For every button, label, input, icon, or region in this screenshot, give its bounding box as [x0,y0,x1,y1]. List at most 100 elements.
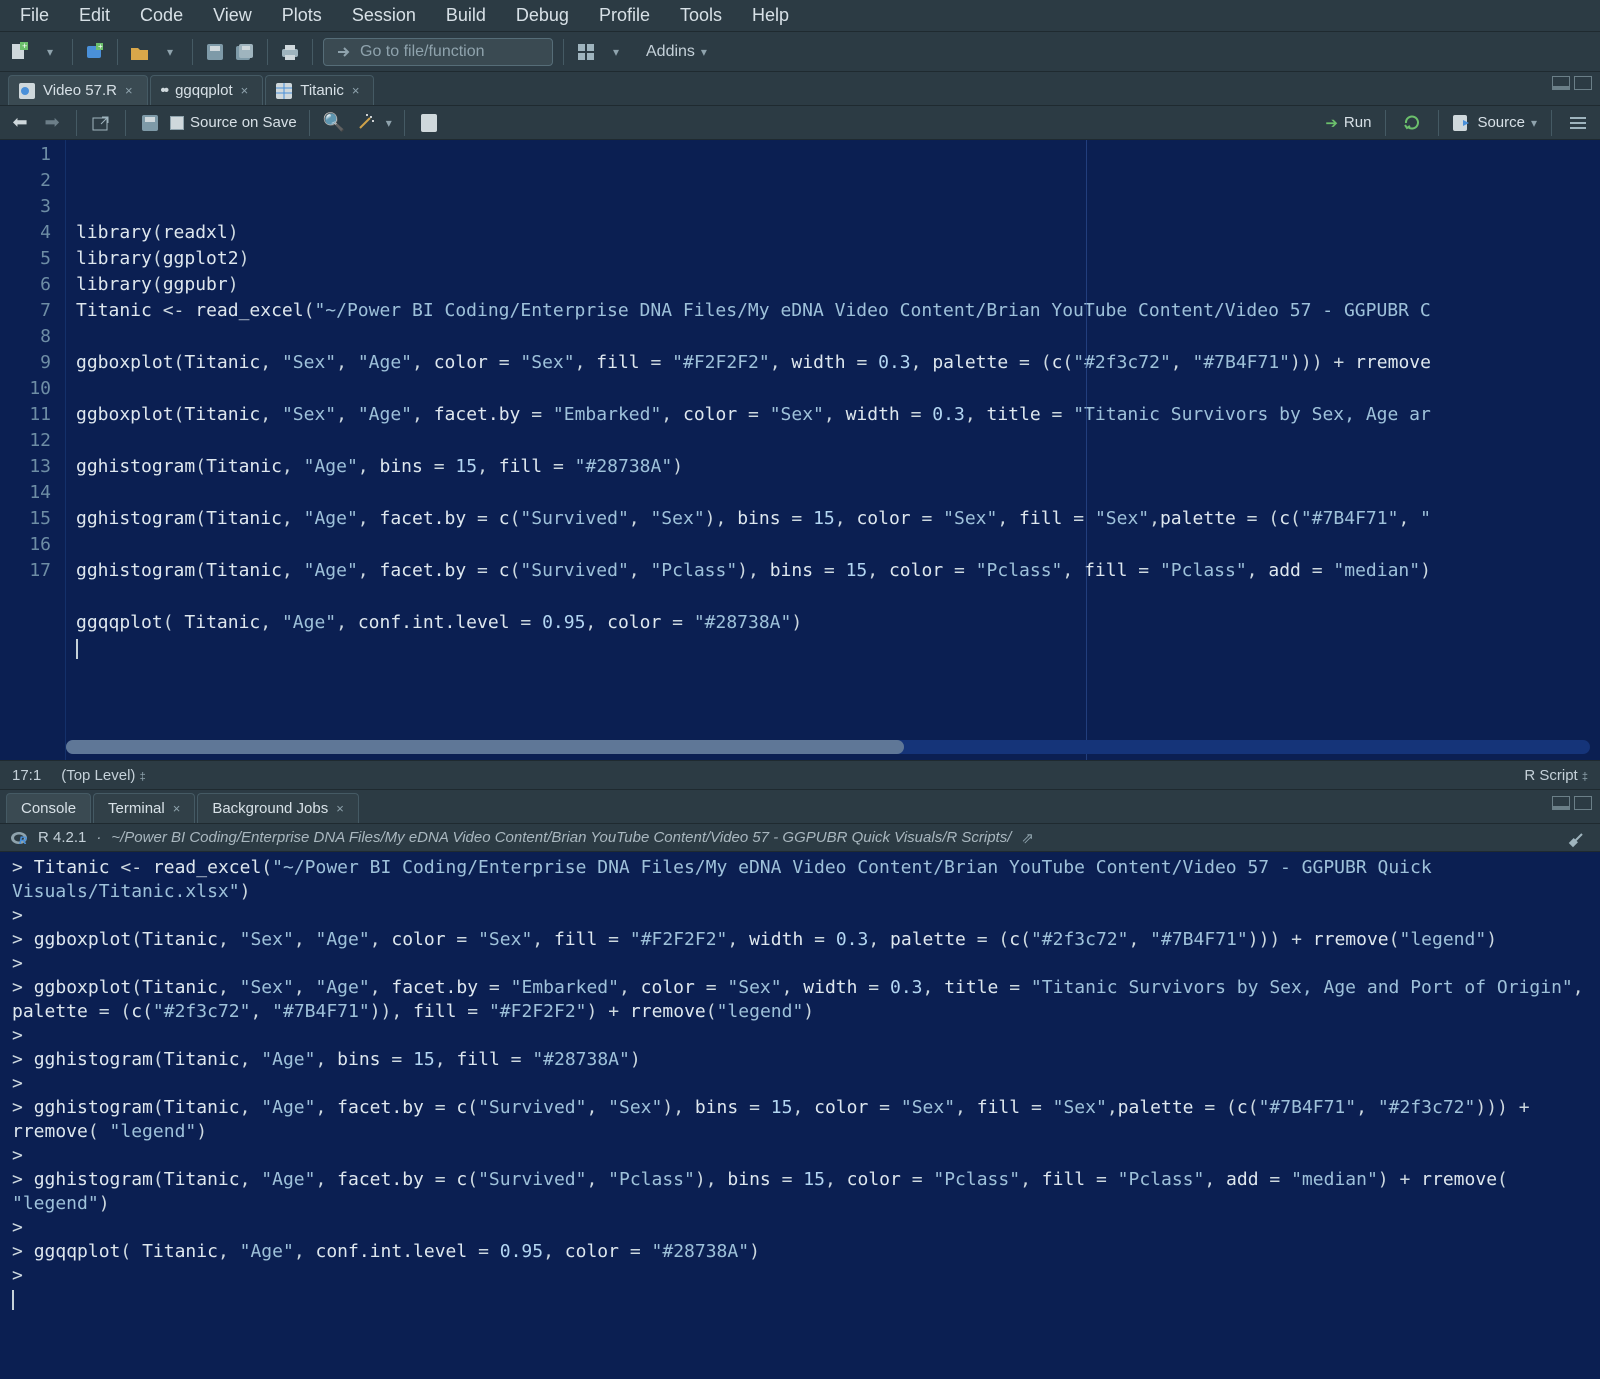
tab-close-icon[interactable]: × [173,801,181,816]
source-on-save-checkbox[interactable]: Source on Save [170,114,297,131]
code-line[interactable] [76,584,1592,610]
source-on-save-label: Source on Save [190,114,297,131]
tab-ggqqplot[interactable]: •• ggqqplot × [150,75,264,105]
console-cursor [12,1290,14,1310]
source-button[interactable]: Source ▾ [1453,114,1537,131]
dropdown-icon[interactable]: ▾ [386,116,392,130]
code-line[interactable]: gghistogram(Titanic, "Age", facet.by = c… [76,558,1592,584]
menu-file[interactable]: File [6,1,63,30]
console-line: > [12,1072,1590,1096]
code-line[interactable]: gghistogram(Titanic, "Age", facet.by = c… [76,506,1592,532]
main-toolbar: + ▾ + ▾ Go to file/function ▾ Addins ▾ [0,32,1600,72]
tab-titanic[interactable]: Titanic × [265,75,374,105]
code-line[interactable]: library(ggplot2) [76,246,1592,272]
show-in-new-window-icon[interactable] [89,111,113,135]
code-area[interactable]: library(readxl)library(ggplot2)library(g… [66,140,1600,760]
outline-icon[interactable] [1566,111,1590,135]
run-button[interactable]: ➔ Run [1325,114,1371,132]
maximize-pane-icon[interactable] [1574,796,1592,810]
toolbar-separator [312,39,313,65]
horizontal-scrollbar[interactable] [66,740,1590,754]
forward-arrow-icon[interactable]: ➡ [40,111,64,135]
margin-guide [1086,140,1087,760]
tab-close-icon[interactable]: × [241,83,249,98]
console-line: > ggqqplot( Titanic, "Age", conf.int.lev… [12,1240,1590,1264]
rerun-icon[interactable] [1400,111,1424,135]
table-icon [276,83,292,99]
menu-session[interactable]: Session [338,1,430,30]
save-icon[interactable] [138,111,162,135]
menu-view[interactable]: View [199,1,266,30]
menu-edit[interactable]: Edit [65,1,124,30]
console-line: > Titanic <- read_excel("~/Power BI Codi… [12,856,1590,904]
toolbar-separator [76,110,77,136]
source-icon [1453,115,1471,131]
save-all-icon[interactable] [233,40,257,64]
menu-tools[interactable]: Tools [666,1,736,30]
code-line[interactable] [76,532,1592,558]
console-output[interactable]: > Titanic <- read_excel("~/Power BI Codi… [0,852,1600,1379]
code-line[interactable]: ggboxplot(Titanic, "Sex", "Age", color =… [76,350,1592,376]
r-version-label: R 4.2.1 [38,829,86,846]
report-icon[interactable] [417,111,441,135]
file-type-selector[interactable]: R Script ‡ [1524,767,1588,784]
code-line[interactable] [76,480,1592,506]
code-line[interactable]: ggqqplot( Titanic, "Age", conf.int.level… [76,610,1592,636]
goto-placeholder: Go to file/function [360,43,485,61]
new-file-icon[interactable]: + [8,40,32,64]
dropdown-icon[interactable]: ▾ [158,40,182,64]
console-line: > gghistogram(Titanic, "Age", bins = 15,… [12,1048,1590,1072]
console-line: > [12,1024,1590,1048]
goto-file-function-input[interactable]: Go to file/function [323,38,553,66]
tab-close-icon[interactable]: × [352,83,360,98]
toolbar-separator [1438,110,1439,136]
toolbar-separator [404,110,405,136]
code-line[interactable]: ggboxplot(Titanic, "Sex", "Age", facet.b… [76,402,1592,428]
menu-code[interactable]: Code [126,1,197,30]
grid-icon[interactable] [574,40,598,64]
code-line[interactable]: gghistogram(Titanic, "Age", bins = 15, f… [76,454,1592,480]
menu-help[interactable]: Help [738,1,803,30]
code-line[interactable]: Titanic <- read_excel("~/Power BI Coding… [76,298,1592,324]
tab-close-icon[interactable]: × [125,83,133,98]
code-line[interactable] [76,376,1592,402]
menu-build[interactable]: Build [432,1,500,30]
dropdown-icon[interactable]: ▾ [38,40,62,64]
dropdown-icon[interactable]: ▾ [604,40,628,64]
path-arrow-icon[interactable]: ⇗ [1021,829,1034,847]
new-project-icon[interactable]: + [83,40,107,64]
scrollbar-thumb[interactable] [66,740,904,754]
tab-video57[interactable]: Video 57.R × [8,75,148,105]
code-editor[interactable]: 1234567891011121314151617 library(readxl… [0,140,1600,760]
open-file-icon[interactable] [128,40,152,64]
code-line[interactable]: library(ggpubr) [76,272,1592,298]
addins-dropdown[interactable]: Addins ▾ [634,39,719,65]
minimize-pane-icon[interactable] [1552,76,1570,90]
print-icon[interactable] [278,40,302,64]
console-line: > [12,952,1590,976]
code-line[interactable] [76,324,1592,350]
code-line[interactable]: library(readxl) [76,220,1592,246]
toolbar-separator [563,39,564,65]
minimize-pane-icon[interactable] [1552,796,1570,810]
tab-background-jobs[interactable]: Background Jobs × [197,793,359,823]
tab-close-icon[interactable]: × [336,801,344,816]
find-icon[interactable]: 🔍 [322,111,346,135]
scope-indicator[interactable]: (Top Level) ‡ [61,767,146,784]
toolbar-separator [72,39,73,65]
tab-terminal[interactable]: Terminal × [93,793,195,823]
menu-profile[interactable]: Profile [585,1,664,30]
menu-plots[interactable]: Plots [268,1,336,30]
working-directory-path[interactable]: ~/Power BI Coding/Enterprise DNA Files/M… [111,829,1011,846]
code-line[interactable] [76,428,1592,454]
code-line[interactable] [76,636,1592,662]
source-label: Source [1477,114,1525,131]
clear-console-icon[interactable] [1568,828,1588,848]
save-icon[interactable] [203,40,227,64]
menu-debug[interactable]: Debug [502,1,583,30]
maximize-pane-icon[interactable] [1574,76,1592,90]
wand-icon[interactable] [354,111,378,135]
tab-console[interactable]: Console [6,793,91,823]
back-arrow-icon[interactable]: ⬅ [8,111,32,135]
tab-label: Titanic [300,82,344,99]
